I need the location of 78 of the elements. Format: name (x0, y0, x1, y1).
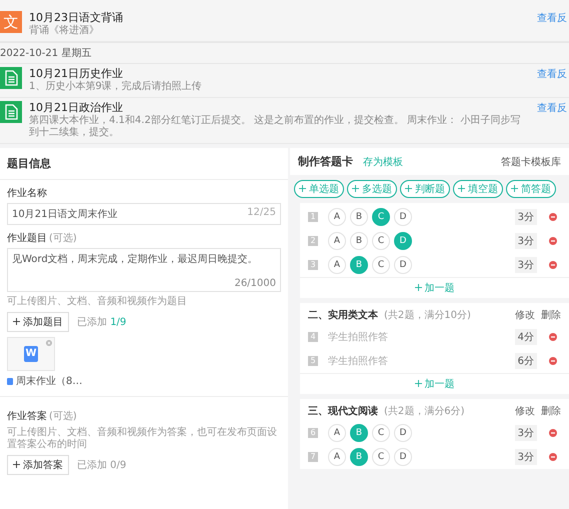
option-button[interactable]: D (394, 256, 412, 274)
date-heading: 2022-10-21 星期五 (0, 42, 569, 64)
option-button[interactable]: A (328, 424, 346, 442)
panel-title: 题目信息 (0, 148, 288, 180)
answer-mode: 学生拍照作答 (328, 354, 389, 368)
homework-item[interactable]: 10月21日历史作业 1、历史小本第9课，完成后请拍照上传 查看反 (0, 64, 569, 98)
delete-link[interactable]: 删除 (541, 404, 561, 418)
plus-icon (458, 185, 465, 192)
option-button[interactable]: A (328, 208, 346, 226)
add-question-button[interactable]: 添加题目 (7, 312, 69, 332)
delete-icon[interactable] (549, 429, 557, 437)
plus-icon (13, 318, 20, 325)
option-button[interactable]: C (372, 448, 390, 466)
remove-icon[interactable] (46, 340, 52, 346)
plus-icon (414, 380, 422, 387)
score-field[interactable]: 4分 (514, 329, 537, 345)
score-field[interactable]: 3分 (514, 257, 537, 273)
score-field[interactable]: 3分 (514, 425, 537, 441)
option-button[interactable]: D (394, 448, 412, 466)
question-field[interactable]: 见Word文档，周末完成，定期作业，最迟周日晚提交。 26/1000 (7, 248, 281, 292)
homework-description: 背诵《将进酒》 (29, 25, 100, 37)
field-label: 作业名称 (7, 186, 48, 200)
added-count: 已添加 0/9 (77, 458, 126, 472)
delete-link[interactable]: 删除 (541, 308, 561, 322)
score-field[interactable]: 3分 (514, 233, 537, 249)
delete-icon[interactable] (549, 333, 557, 341)
homework-title: 10月21日政治作业 (29, 101, 124, 114)
optional-note: (可选) (49, 411, 77, 422)
delete-icon[interactable] (549, 261, 557, 269)
option-button[interactable]: D (394, 424, 412, 442)
score-field[interactable]: 3分 (514, 209, 537, 225)
panel-title: 制作答题卡 (298, 154, 353, 169)
answer-mode: 学生拍照作答 (328, 330, 389, 344)
plus-icon (405, 185, 412, 192)
option-button[interactable]: A (328, 256, 346, 274)
option-button[interactable]: C (372, 232, 390, 250)
delete-icon[interactable] (549, 237, 557, 245)
option-button[interactable]: C (372, 424, 390, 442)
section-title: 二、实用类文本 (308, 308, 378, 322)
hint-text: 可上传图片、文档、音频和视频作为答案，也可在发布页面设置答案公布的时间 (7, 427, 278, 451)
section-summary: (共2题，满分6分) (384, 404, 466, 418)
option-button[interactable]: A (328, 232, 346, 250)
option-button[interactable]: B (350, 232, 368, 250)
homework-title: 10月21日历史作业 (29, 67, 124, 80)
added-count: 已添加 1/9 (77, 316, 126, 329)
field-label: 作业题目 (7, 233, 47, 244)
word-icon: W (24, 346, 38, 362)
subject-icon: 文 (0, 11, 22, 33)
add-answer-button[interactable]: 添加答案 (7, 455, 69, 475)
delete-icon[interactable] (549, 453, 557, 461)
option-button[interactable]: C (372, 256, 390, 274)
section-title: 三、现代文阅读 (308, 404, 378, 418)
option-button[interactable]: A (328, 448, 346, 466)
plus-icon (352, 185, 359, 192)
score-field[interactable]: 6分 (514, 353, 537, 369)
name-field[interactable]: 10月21日语文周末作业 12/25 (7, 203, 281, 225)
homework-item[interactable]: 10月21日政治作业 第四课大本作业，4.1和4.2部分红笔订正后提交。 这是之前布置的作业，提交检查。 周末作业： 小田子同步写到十二续集，提交。 查看反 (0, 98, 569, 144)
plus-icon (511, 185, 518, 192)
homework-title: 10月23日语文背诵 (29, 11, 124, 24)
file-icon (7, 378, 13, 384)
homework-description: 1、历史小本第9课，完成后请拍照上传 (29, 81, 203, 93)
delete-icon[interactable] (549, 213, 557, 221)
edit-link[interactable]: 修改 (515, 308, 535, 322)
edit-link[interactable]: 修改 (515, 404, 535, 418)
plus-icon (299, 185, 306, 192)
option-button[interactable]: B (350, 208, 368, 226)
score-field[interactable]: 3分 (514, 449, 537, 465)
file-name: 周末作业（8… (16, 374, 82, 388)
option-button[interactable]: D (394, 208, 412, 226)
optional-note: (可选) (49, 233, 77, 244)
field-label: 作业答案 (7, 411, 47, 422)
delete-icon[interactable] (549, 357, 557, 365)
homework-description: 第四课大本作业，4.1和4.2部分红笔订正后提交。 这是之前布置的作业，提交检查。 周末作业： 小田子同步写到十二续集，提交。 (29, 115, 522, 139)
plus-icon (414, 284, 422, 291)
template-library-link[interactable]: 答题卡模板库 (501, 154, 561, 168)
hint-text: 可上传图片、文档、音频和视频作为题目 (7, 296, 188, 308)
section-summary: (共2题，满分10分) (384, 308, 472, 322)
plus-icon (13, 461, 20, 468)
